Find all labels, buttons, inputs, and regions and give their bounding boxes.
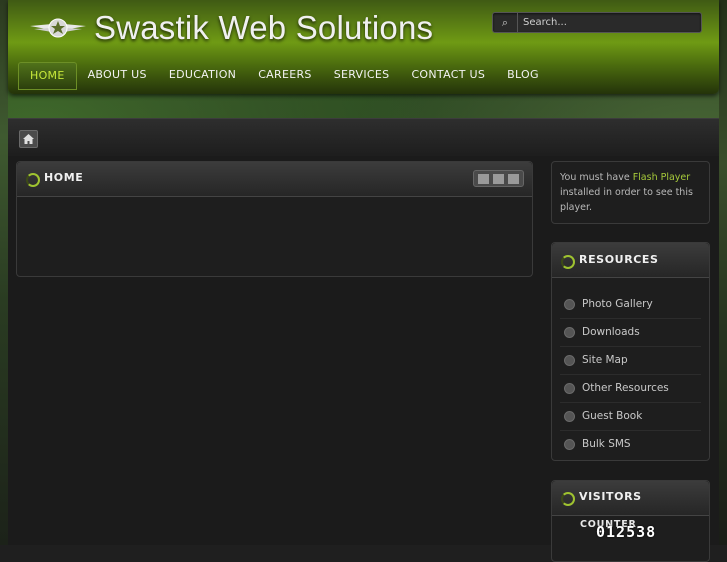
nav-item-blog[interactable]: BLOG [496,62,550,88]
flash-player-notice: You must have Flash Player installed in … [551,161,710,224]
background-right-strip [719,0,727,545]
bullet-icon [564,383,575,394]
home-panel-header: HOME [17,162,532,197]
site-header: Swastik Web Solutions ⌕ HOME ABOUT US ED… [8,0,719,94]
background-left-strip [0,0,8,545]
breadcrumb [8,118,719,157]
bullet-icon [564,355,575,366]
search-input[interactable] [519,13,705,32]
flash-text-before: You must have [560,172,633,183]
main-nav: HOME ABOUT US EDUCATION CAREERS SERVICES… [18,62,550,90]
nav-item-about-us[interactable]: ABOUT US [77,62,158,88]
logo[interactable]: Swastik Web Solutions [30,8,433,48]
visitors-title: VISITORS [579,490,642,503]
flash-notice-text: You must have Flash Player installed in … [560,170,703,215]
visitor-counter: 012538 [596,523,657,541]
print-icon[interactable] [493,173,504,184]
list-item[interactable]: Site Map [560,347,701,375]
flash-player-link[interactable]: Flash Player [633,172,690,183]
list-item[interactable]: Photo Gallery [560,291,701,319]
list-item-label: Guest Book [582,410,643,422]
flash-text-after: installed in order to see this player. [560,187,693,213]
list-item-label: Bulk SMS [582,438,631,450]
nav-item-home[interactable]: HOME [18,62,77,90]
site-title: Swastik Web Solutions [94,9,434,46]
bullet-icon [564,299,575,310]
search-box: ⌕ [492,12,705,33]
list-item-label: Other Resources [582,382,669,394]
resources-panel: RESOURCES Photo Gallery Downloads Site M… [551,242,710,461]
ring-icon [561,492,575,506]
bullet-icon [564,327,575,338]
resources-title: RESOURCES [579,253,659,266]
nav-item-education[interactable]: EDUCATION [158,62,247,88]
pdf-icon[interactable] [508,173,519,184]
home-icon[interactable] [19,130,38,148]
resources-list: Photo Gallery Downloads Site Map Other R… [560,291,701,458]
list-item[interactable]: Bulk SMS [560,431,701,458]
ring-icon [561,255,575,269]
nav-item-careers[interactable]: CAREERS [247,62,322,88]
ring-icon [26,173,40,187]
list-item-label: Downloads [582,326,640,338]
email-icon[interactable] [478,173,489,184]
list-item[interactable]: Guest Book [560,403,701,431]
visitors-panel: VISITORS COUNTER 012538 [551,480,710,562]
resources-panel-header: RESOURCES [552,243,709,278]
list-item[interactable]: Downloads [560,319,701,347]
article-tools [473,170,524,187]
list-item-label: Site Map [582,354,628,366]
visitors-panel-header: VISITORS [552,481,709,516]
nav-item-contact-us[interactable]: CONTACT US [400,62,496,88]
nav-item-services[interactable]: SERVICES [323,62,401,88]
list-item-label: Photo Gallery [582,298,653,310]
bullet-icon [564,439,575,450]
page-title: HOME [44,171,84,184]
bullet-icon [564,411,575,422]
list-item[interactable]: Other Resources [560,375,701,403]
winged-star-emblem-icon [30,18,86,38]
home-panel: HOME [16,161,533,277]
search-icon[interactable]: ⌕ [493,13,518,32]
